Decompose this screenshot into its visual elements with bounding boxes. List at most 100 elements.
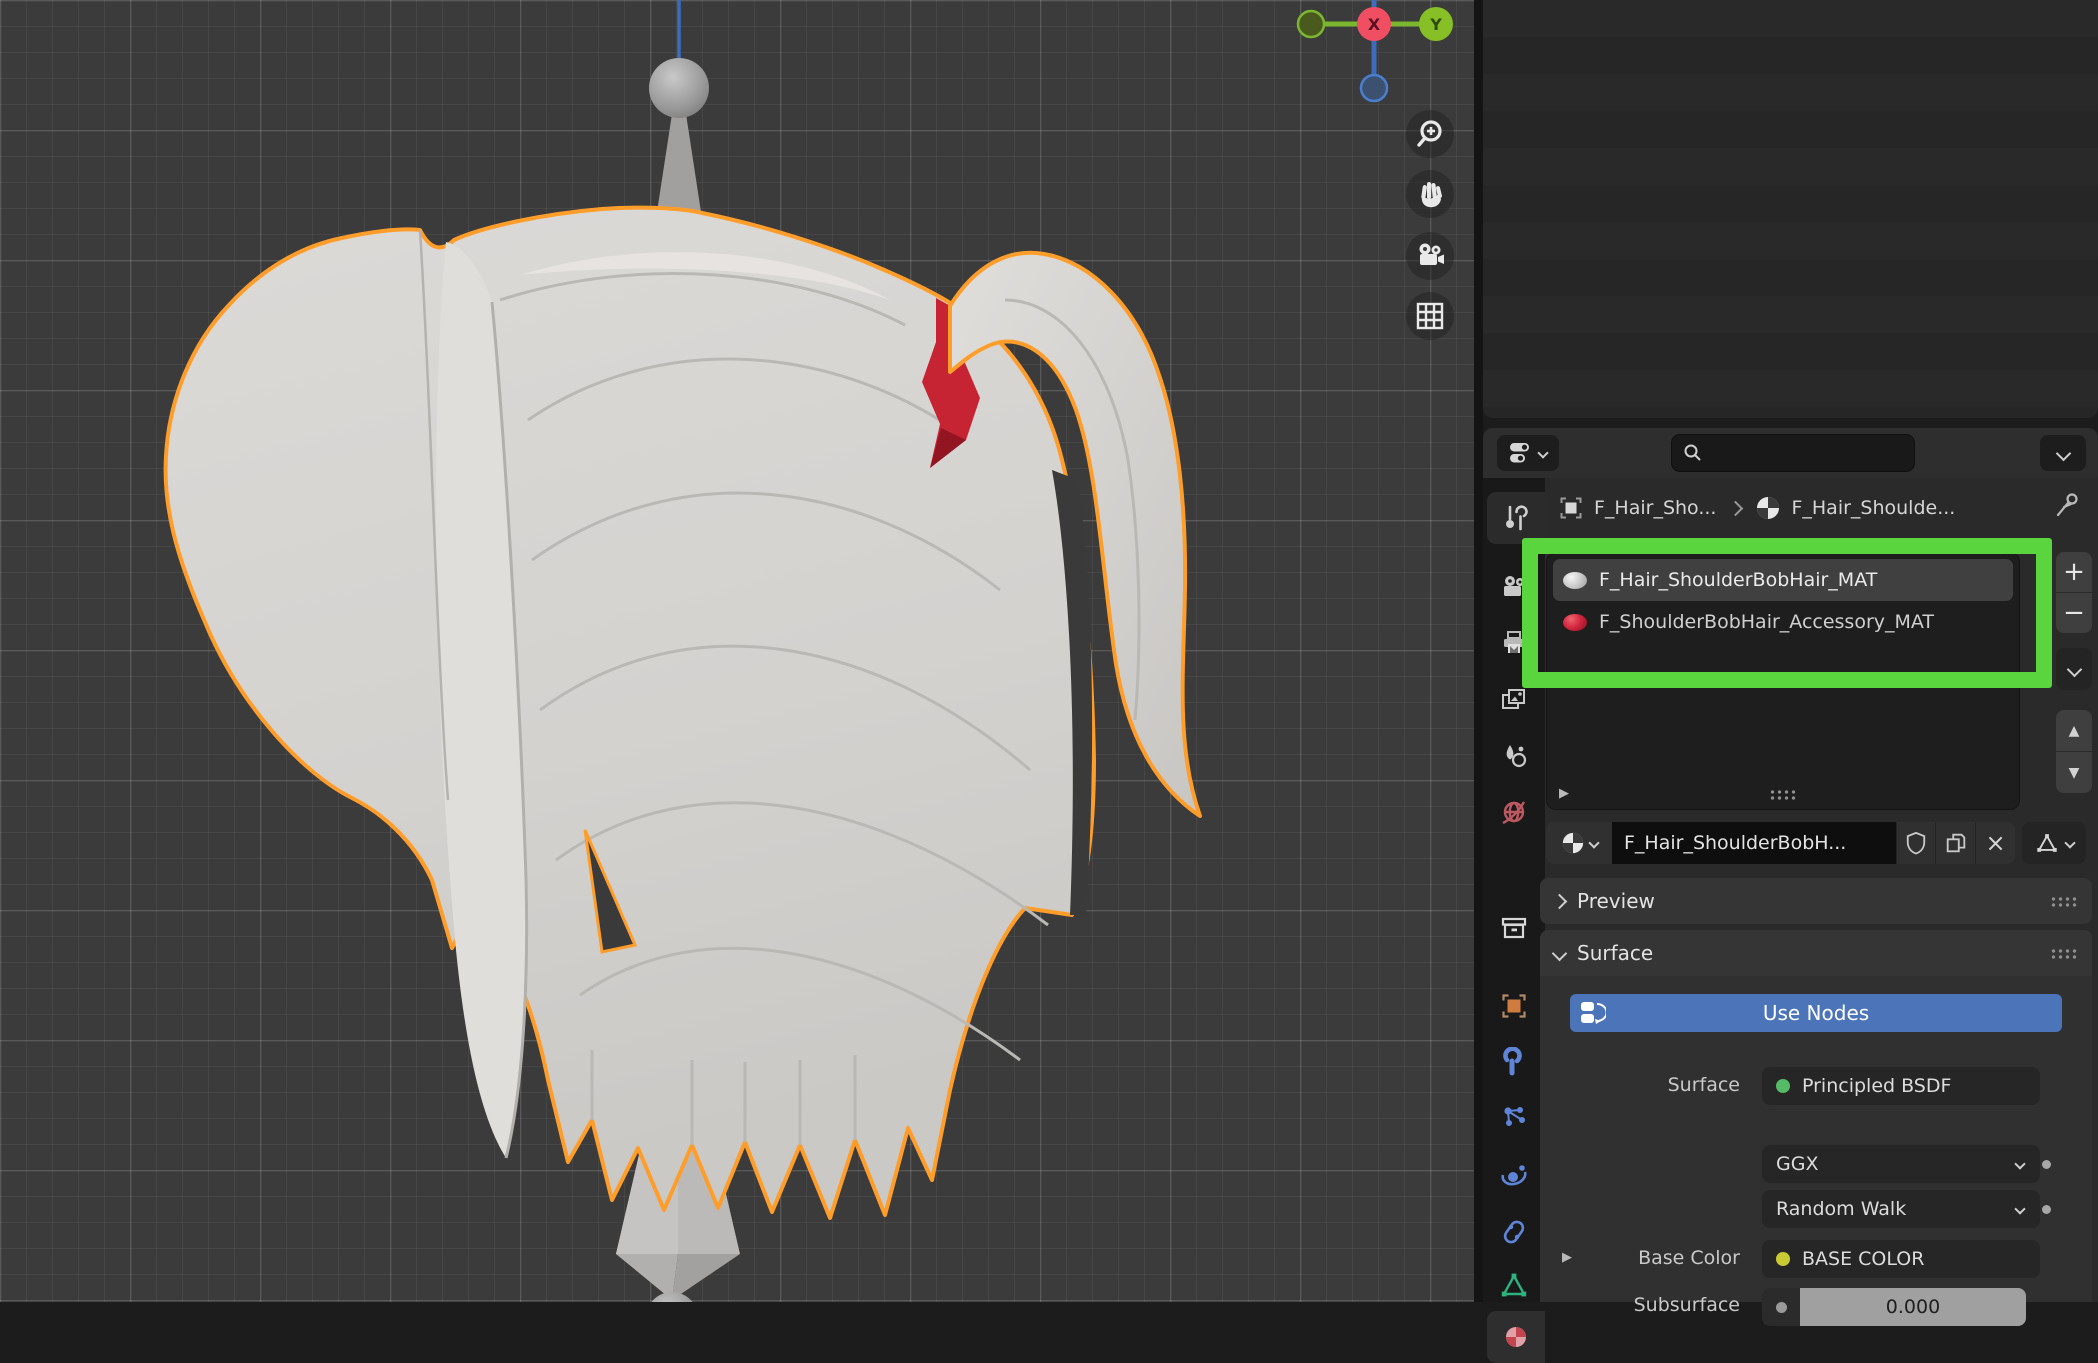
editor-divider[interactable]: [1474, 0, 1483, 1302]
tab-modifiers[interactable]: [1483, 1036, 1545, 1088]
remove-material-slot-button[interactable]: −: [2056, 593, 2092, 633]
particles-icon: [1499, 1103, 1529, 1133]
copy-pages-icon: [1944, 831, 1968, 855]
3d-viewport[interactable]: X Y: [0, 0, 1474, 1302]
material-slot-list: F_Hair_ShoulderBobHair_MAT F_ShoulderBob…: [1546, 552, 2020, 810]
subsurface-slider[interactable]: 0.000: [1800, 1288, 2026, 1326]
list-filter-toggle[interactable]: ▶: [1559, 786, 1569, 801]
material-slot-row[interactable]: F_Hair_ShoulderBobHair_MAT: [1553, 559, 2013, 601]
right-column: F_Hair_Sho... F_Hair_Shoulde... F_Hair_S…: [1483, 0, 2098, 1302]
chevron-down-icon: [2064, 837, 2075, 848]
tab-particles[interactable]: [1483, 1092, 1545, 1144]
tab-object[interactable]: [1483, 980, 1545, 1032]
browse-material-button[interactable]: [1546, 822, 1612, 864]
camera-view-icon: [1413, 239, 1447, 273]
gizmo-neg-z-ball[interactable]: [1361, 75, 1387, 101]
use-nodes-label: Use Nodes: [1763, 1001, 1869, 1025]
use-nodes-button[interactable]: Use Nodes: [1570, 994, 2062, 1032]
animate-decorator[interactable]: [2042, 1205, 2051, 1214]
material-datablock-row: F_Hair_ShoulderBobH... ×: [1546, 822, 2015, 864]
chevron-down-icon: [2014, 1158, 2025, 1169]
tab-view-layer[interactable]: [1483, 674, 1545, 726]
tab-render[interactable]: [1483, 561, 1545, 613]
surface-panel-title: Surface: [1577, 941, 1653, 965]
navigation-gizmo[interactable]: X Y: [1280, 0, 1474, 120]
orthographic-grid-button[interactable]: [1406, 292, 1454, 340]
outliner-editor[interactable]: [1483, 0, 2098, 418]
tab-physics[interactable]: [1483, 1149, 1545, 1201]
zoom-tool-button[interactable]: [1406, 110, 1454, 158]
properties-header: [1483, 428, 2098, 478]
gizmo-neg-y-ball[interactable]: [1298, 11, 1324, 37]
pin-icon[interactable]: [2051, 490, 2083, 522]
panel-drag-grip[interactable]: [2050, 948, 2078, 959]
tab-scene[interactable]: [1483, 730, 1545, 782]
surface-shader-value: Principled BSDF: [1802, 1075, 1951, 1097]
properties-editor-icon: [1509, 442, 1535, 464]
fake-user-button[interactable]: [1896, 822, 1935, 864]
subsurface-method-value: Random Walk: [1776, 1198, 1906, 1220]
unlink-material-button[interactable]: ×: [1975, 822, 2015, 864]
editor-type-button[interactable]: [1497, 435, 1559, 471]
grid-ortho-icon: [1413, 299, 1447, 333]
chevron-right-icon: [1728, 500, 1744, 516]
color-socket-icon: [1776, 1252, 1790, 1266]
base-color-label: Base Color: [1600, 1247, 1740, 1269]
properties-tab-column: [1483, 478, 1545, 1302]
tool-icon: [1501, 503, 1531, 533]
preview-panel-header[interactable]: Preview: [1540, 878, 2092, 924]
hair-mesh-selected[interactable]: [166, 208, 1200, 1218]
scene-icon: [1499, 741, 1529, 771]
material-name: F_Hair_ShoulderBobH...: [1624, 832, 1846, 854]
material-slot-row[interactable]: F_ShoulderBobHair_Accessory_MAT: [1553, 601, 2013, 643]
surface-panel-header[interactable]: Surface: [1540, 930, 2092, 976]
material-name-field[interactable]: F_Hair_ShoulderBobH...: [1612, 822, 1896, 864]
tab-material[interactable]: [1487, 1311, 1545, 1363]
distribution-value: GGX: [1776, 1153, 1818, 1175]
chevron-down-icon: [1552, 945, 1568, 961]
surface-row-label: Surface: [1600, 1074, 1740, 1096]
base-color-expand-triangle[interactable]: ▶: [1562, 1250, 1572, 1265]
mesh-data-link-icon: [2034, 830, 2060, 856]
armature-bone-top[interactable]: [649, 0, 709, 212]
list-resize-grip[interactable]: [1769, 789, 1797, 800]
tab-constraints[interactable]: [1483, 1206, 1545, 1258]
panel-drag-grip[interactable]: [2050, 896, 2078, 907]
surface-shader-field[interactable]: Principled BSDF: [1762, 1067, 2040, 1105]
world-globe-icon: [1499, 797, 1529, 827]
value-socket-icon: [1776, 1302, 1787, 1313]
tab-output[interactable]: [1483, 617, 1545, 669]
preview-panel-title: Preview: [1577, 889, 1655, 913]
animate-decorator[interactable]: [2042, 1160, 2051, 1169]
surface-panel: Surface Use Nodes Surface Principled BSD…: [1540, 930, 2092, 1302]
properties-editor: F_Hair_Sho... F_Hair_Shoulde... F_Hair_S…: [1483, 428, 2098, 1302]
new-material-button[interactable]: [1935, 822, 1975, 864]
nodes-icon: [1580, 1001, 1606, 1025]
gizmo-y-label: Y: [1429, 15, 1442, 34]
zoom-icon: [1413, 117, 1447, 151]
move-slot-up-button[interactable]: ▲: [2056, 710, 2092, 751]
header-options-button[interactable]: [2040, 435, 2086, 471]
link-material-target-button[interactable]: [2022, 822, 2086, 864]
breadcrumb-material[interactable]: F_Hair_Shoulde...: [1791, 497, 1955, 519]
search-input[interactable]: [1671, 434, 1915, 472]
add-material-slot-button[interactable]: +: [2056, 552, 2092, 592]
shield-icon: [1905, 831, 1927, 855]
camera-view-button[interactable]: [1406, 232, 1454, 280]
tab-object-data[interactable]: [1483, 1259, 1545, 1311]
tab-collection[interactable]: [1483, 902, 1545, 954]
material-specials-button[interactable]: [2056, 648, 2092, 690]
object-icon: [1499, 991, 1529, 1021]
chevron-right-icon: [1552, 893, 1568, 909]
breadcrumb-object[interactable]: F_Hair_Sho...: [1594, 497, 1716, 519]
subsurface-method-dropdown[interactable]: Random Walk: [1762, 1190, 2040, 1228]
base-color-field[interactable]: BASE COLOR: [1762, 1240, 2040, 1278]
tab-world[interactable]: [1483, 786, 1545, 838]
subsurface-socket-cell[interactable]: [1762, 1288, 1800, 1326]
pan-tool-button[interactable]: [1406, 170, 1454, 218]
tab-tool[interactable]: [1487, 492, 1545, 544]
move-slot-down-button[interactable]: ▼: [2056, 752, 2092, 793]
gizmo-x-label: X: [1368, 15, 1381, 34]
collection-box-icon: [1499, 913, 1529, 943]
distribution-dropdown[interactable]: GGX: [1762, 1145, 2040, 1183]
